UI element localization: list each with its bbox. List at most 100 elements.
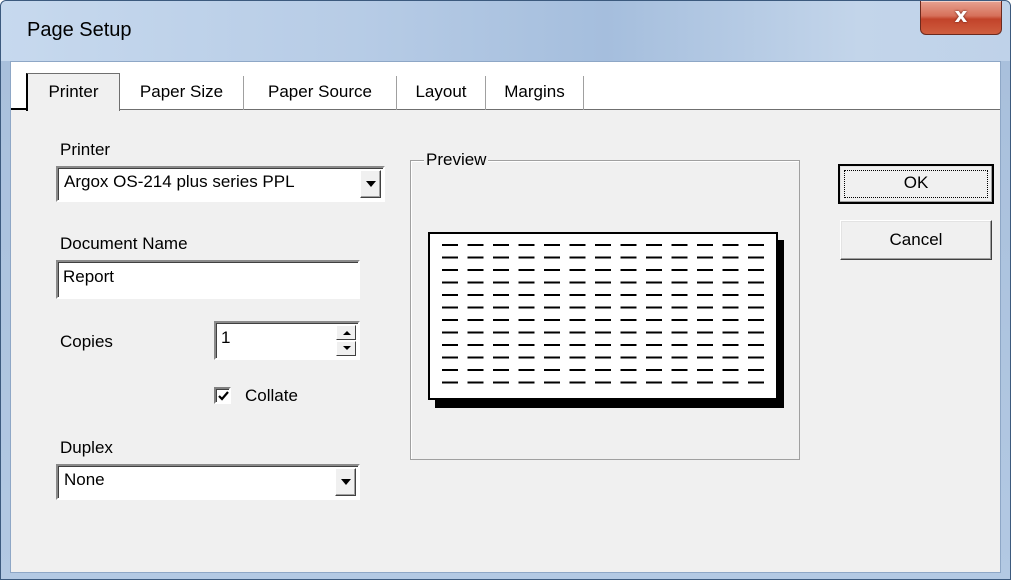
preview-line-dash [748, 306, 764, 309]
tab-paper-source[interactable]: Paper Source [244, 76, 397, 110]
preview-line-dash [620, 244, 637, 246]
document-name-field[interactable]: Report [56, 260, 360, 299]
preview-line-dash [646, 381, 662, 384]
preview-line-dash [671, 369, 688, 371]
preview-line-dash [748, 331, 764, 334]
preview-line-dash [467, 294, 484, 296]
checkmark-icon [218, 391, 229, 401]
preview-line-dash [646, 256, 662, 259]
preview-line-dash [646, 319, 662, 321]
preview-line-dash [697, 281, 713, 284]
preview-line-dash [722, 331, 739, 334]
duplex-label: Duplex [60, 438, 113, 457]
preview-line-dash [442, 319, 458, 321]
preview-line-dash [467, 344, 484, 346]
preview-line-dash [518, 294, 535, 296]
chevron-down-icon[interactable] [335, 468, 356, 496]
preview-line-dash [697, 331, 713, 334]
preview-line-dash [467, 281, 484, 284]
tab-label: Paper Size [139, 82, 224, 101]
preview-line-dash [748, 269, 764, 271]
preview-line-dash [467, 306, 484, 309]
copies-stepper[interactable]: 1 [214, 321, 360, 360]
preview-line-dash [595, 369, 611, 371]
copies-value: 1 [221, 328, 231, 347]
preview-line-dash [442, 294, 458, 296]
preview-line-dash [697, 369, 713, 371]
preview-line-dash [671, 331, 688, 334]
preview-line-dash [671, 269, 688, 271]
collate-checkbox[interactable] [214, 387, 231, 404]
preview-line-dash [493, 256, 509, 259]
close-button[interactable]: x [920, 1, 1002, 35]
duplex-select[interactable]: None [56, 464, 360, 500]
preview-line-dash [442, 344, 458, 346]
tab-label: Layout [415, 82, 467, 101]
preview-line-dash [646, 344, 662, 346]
preview-line-dash [646, 281, 662, 284]
preview-line-dash [697, 344, 713, 346]
spin-up-icon[interactable] [336, 325, 356, 340]
window-title: Page Setup [27, 19, 132, 41]
preview-line-dash [722, 369, 739, 371]
preview-line-dash [722, 381, 739, 384]
preview-line-dash [544, 381, 560, 384]
preview-line-dash [493, 331, 509, 334]
title-bar: Page Setup x [1, 1, 1010, 61]
preview-line-dash [544, 344, 560, 346]
preview-line-dash [722, 344, 739, 346]
spin-down-icon[interactable] [336, 341, 356, 356]
preview-line-dash [569, 281, 586, 284]
tab-label: Printer [48, 82, 99, 101]
preview-line-dash [544, 281, 560, 284]
preview-line-dash [646, 369, 662, 371]
tab-margins[interactable]: Margins [486, 76, 584, 110]
cancel-button[interactable]: Cancel [840, 220, 992, 260]
tab-paper-size[interactable]: Paper Size [120, 76, 244, 110]
preview-line-dash [544, 306, 560, 309]
preview-line-dash [544, 369, 560, 371]
preview-line-dash [646, 356, 662, 359]
preview-line-dash [569, 344, 586, 346]
ok-button[interactable]: OK [838, 164, 994, 204]
chevron-down-icon[interactable] [360, 170, 381, 198]
preview-line-dash [722, 356, 739, 359]
preview-line-dash [467, 319, 484, 321]
preview-line-dash [646, 306, 662, 309]
printer-label: Printer [60, 140, 111, 159]
preview-line-dash [595, 281, 611, 284]
preview-line-dash [569, 294, 586, 296]
preview-line-dash [697, 356, 713, 359]
preview-line-dash [493, 306, 509, 309]
preview-line-dash [671, 381, 688, 384]
preview-line-dash [722, 256, 739, 259]
preview-line-dash [646, 331, 662, 334]
preview-line-dash [620, 306, 637, 309]
preview-line-dash [518, 344, 535, 346]
tab-strip: Printer Paper Size Paper Source Layout M… [11, 62, 1000, 111]
preview-line-dash [518, 281, 535, 284]
page-setup-dialog: Page Setup x Printer Paper Size Paper So… [0, 0, 1011, 580]
preview-line-dash [595, 244, 611, 246]
preview-line-dash [544, 356, 560, 359]
ok-button-label: OK [903, 173, 929, 192]
preview-line-dash [722, 269, 739, 271]
collate-label: Collate [245, 386, 298, 405]
tab-layout[interactable]: Layout [397, 76, 486, 110]
preview-line-dash [544, 294, 560, 296]
preview-line-dash [697, 381, 713, 384]
preview-line-dash [595, 269, 611, 271]
tab-label: Margins [504, 82, 565, 101]
preview-line-dash [620, 356, 637, 359]
preview-line-dash [518, 256, 535, 259]
preview-line-dash [569, 381, 586, 384]
printer-select[interactable]: Argox OS-214 plus series PPL [56, 166, 385, 202]
preview-line-dash [748, 344, 764, 346]
tab-label: Paper Source [268, 82, 372, 101]
tab-printer[interactable]: Printer [26, 73, 120, 111]
preview-line-dash [748, 244, 764, 246]
preview-line-dash [722, 281, 739, 284]
preview-line-dash [518, 244, 535, 246]
preview-line-dash [595, 256, 611, 259]
preview-line-dash [493, 344, 509, 346]
